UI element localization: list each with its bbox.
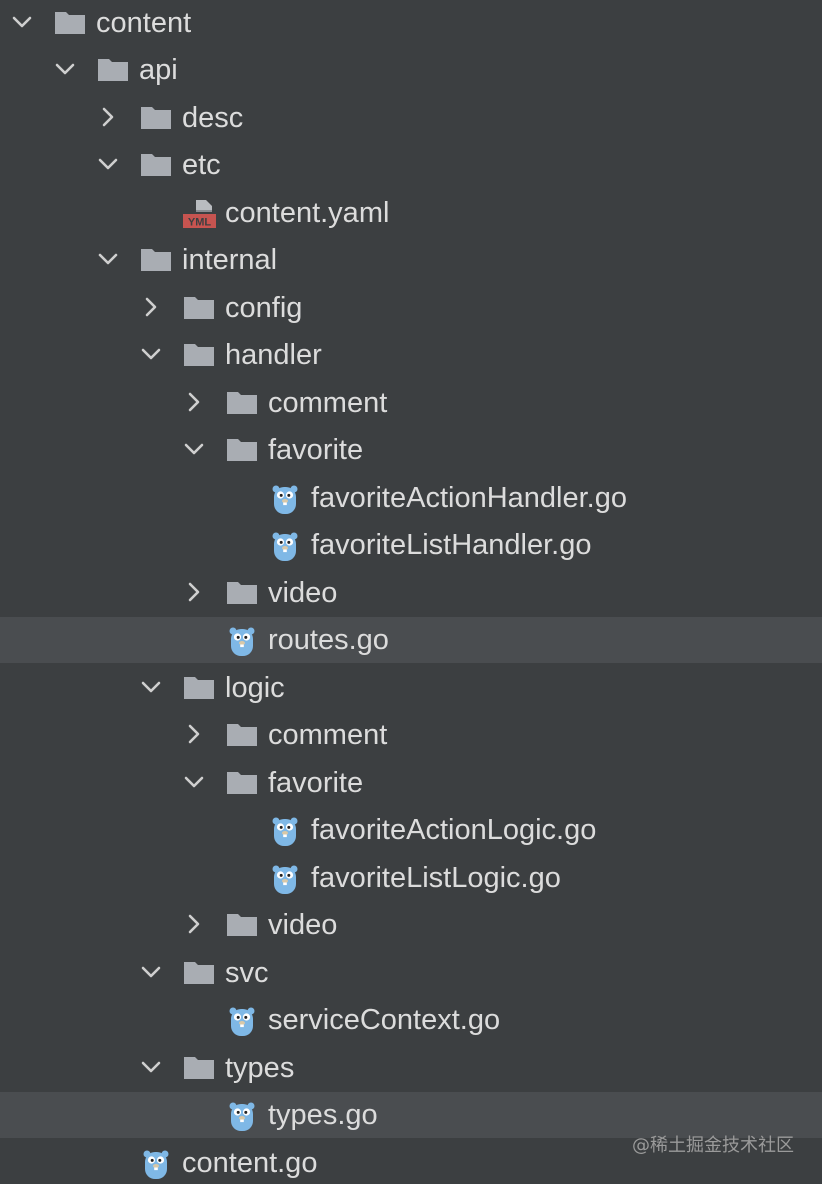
tree-row-label: favorite [268,767,364,799]
folder-icon [53,6,87,40]
folder-icon [182,291,216,325]
folder-icon [182,338,216,372]
yaml-file-icon: YML [182,196,216,230]
tree-row-label: comment [268,719,388,751]
tree-row-label: favoriteActionLogic.go [311,814,597,846]
tree-row-label: desc [182,102,244,134]
go-gopher-icon [225,1098,259,1132]
go-gopher-icon [225,623,259,657]
tree-row-label: svc [225,957,269,989]
chevron-down-icon[interactable] [95,246,121,272]
tree-row-config[interactable]: config [0,285,822,331]
tree-row-video[interactable]: video [0,570,822,616]
go-gopher-icon [268,813,302,847]
chevron-down-icon[interactable] [138,674,164,700]
tree-row-label: content.yaml [225,197,390,229]
tree-row-label: favoriteListHandler.go [311,529,592,561]
folder-icon [96,53,130,87]
tree-row-label: favoriteActionHandler.go [311,482,627,514]
tree-row-favorite[interactable]: favorite [0,427,822,473]
project-file-tree: content api desc etc YML content.yaml in… [0,0,822,1184]
tree-row-routes-go[interactable]: routes.go [0,617,822,663]
tree-row-label: routes.go [268,624,389,656]
go-gopher-icon [268,528,302,562]
tree-row-favoritelisthandler-go[interactable]: favoriteListHandler.go [0,522,822,568]
chevron-right-icon[interactable] [181,911,207,937]
tree-row-favorite[interactable]: favorite [0,760,822,806]
folder-icon [225,576,259,610]
chevron-down-icon[interactable] [9,9,35,35]
chevron-down-icon[interactable] [181,769,207,795]
tree-row-comment[interactable]: comment [0,712,822,758]
go-gopher-icon [268,861,302,895]
chevron-right-icon[interactable] [181,721,207,747]
tree-row-label: types [225,1052,295,1084]
tree-row-favoriteactionhandler-go[interactable]: favoriteActionHandler.go [0,475,822,521]
chevron-down-icon[interactable] [138,959,164,985]
tree-row-label: logic [225,672,285,704]
chevron-down-icon[interactable] [138,1054,164,1080]
yaml-badge-text: YML [188,217,212,229]
chevron-right-icon[interactable] [181,389,207,415]
tree-row-etc[interactable]: etc [0,142,822,188]
folder-icon [182,671,216,705]
chevron-down-icon[interactable] [138,341,164,367]
folder-icon [182,956,216,990]
folder-icon [225,386,259,420]
tree-row-types[interactable]: types [0,1045,822,1091]
tree-row-servicecontext-go[interactable]: serviceContext.go [0,997,822,1043]
chevron-down-icon[interactable] [95,151,121,177]
folder-icon [139,101,173,135]
folder-icon [225,766,259,800]
tree-row-logic[interactable]: logic [0,665,822,711]
tree-row-label: content [96,7,192,39]
tree-row-comment[interactable]: comment [0,380,822,426]
go-gopher-icon [268,481,302,515]
tree-row-label: video [268,577,338,609]
tree-row-favoritelistlogic-go[interactable]: favoriteListLogic.go [0,855,822,901]
tree-row-handler[interactable]: handler [0,332,822,378]
tree-row-label: config [225,292,303,324]
folder-icon [139,148,173,182]
folder-icon [225,718,259,752]
tree-row-svc[interactable]: svc [0,950,822,996]
chevron-right-icon[interactable] [181,579,207,605]
tree-row-label: handler [225,339,322,371]
chevron-right-icon[interactable] [138,294,164,320]
tree-row-label: api [139,54,178,86]
tree-row-label: types.go [268,1099,378,1131]
tree-row-internal[interactable]: internal [0,237,822,283]
tree-row-content-yaml[interactable]: YML content.yaml [0,190,822,236]
tree-row-content[interactable]: content [0,0,822,46]
tree-row-label: video [268,909,338,941]
tree-row-desc[interactable]: desc [0,95,822,141]
watermark-text: @稀土掘金技术社区 [632,1135,794,1156]
tree-row-favoriteactionlogic-go[interactable]: favoriteActionLogic.go [0,807,822,853]
folder-icon [139,243,173,277]
chevron-right-icon[interactable] [95,104,121,130]
go-gopher-icon [139,1146,173,1180]
tree-row-label: favorite [268,434,364,466]
folder-icon [225,433,259,467]
tree-row-label: etc [182,149,221,181]
tree-row-label: favoriteListLogic.go [311,862,561,894]
tree-row-label: internal [182,244,278,276]
tree-row-label: comment [268,387,388,419]
tree-row-video[interactable]: video [0,902,822,948]
folder-icon [225,908,259,942]
folder-icon [182,1051,216,1085]
tree-row-label: serviceContext.go [268,1004,501,1036]
go-gopher-icon [225,1003,259,1037]
tree-row-api[interactable]: api [0,47,822,93]
tree-row-label: content.go [182,1147,318,1179]
chevron-down-icon[interactable] [181,436,207,462]
chevron-down-icon[interactable] [52,56,78,82]
